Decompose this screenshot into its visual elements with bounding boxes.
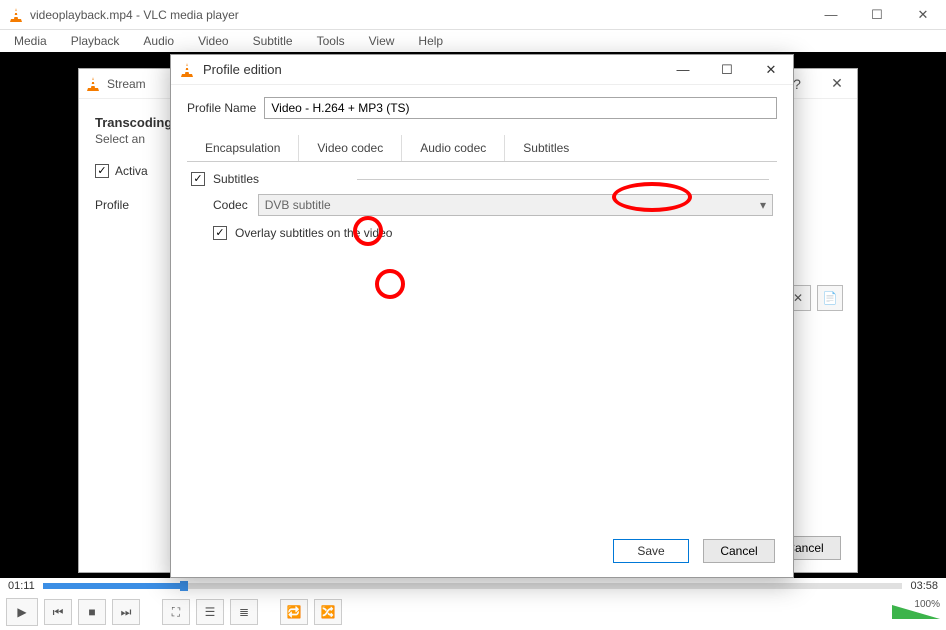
menu-view[interactable]: View <box>359 32 405 50</box>
menu-audio[interactable]: Audio <box>133 32 184 50</box>
menu-tools[interactable]: Tools <box>307 32 355 50</box>
stop-button[interactable]: ■ <box>78 599 106 625</box>
maximize-button[interactable]: ☐ <box>854 0 900 30</box>
minimize-button[interactable]: — <box>808 0 854 30</box>
codec-label: Codec <box>213 198 248 212</box>
playback-bar: 01:11 03:58 <box>0 578 946 594</box>
tab-audio-codec[interactable]: Audio codec <box>402 135 504 161</box>
stream-close-button[interactable]: ✕ <box>817 69 857 99</box>
overlay-subtitles-checkbox[interactable] <box>213 226 227 240</box>
profile-tabs: Encapsulation Video codec Audio codec Su… <box>187 135 777 162</box>
new-profile-button[interactable]: 📄 <box>817 285 843 311</box>
vlc-icon <box>85 76 101 92</box>
subtitles-enable-label: Subtitles <box>213 172 259 186</box>
volume-slider[interactable] <box>892 605 940 619</box>
profile-close-button[interactable]: ✕ <box>749 55 793 85</box>
stream-title-text: Stream <box>107 77 146 91</box>
vlc-icon <box>8 7 24 23</box>
prev-track-button[interactable]: ⏮ <box>44 599 72 625</box>
profile-titlebar: Profile edition — ☐ ✕ <box>171 55 793 85</box>
extended-settings-button[interactable]: ☰ <box>196 599 224 625</box>
subtitles-enable-checkbox[interactable] <box>191 172 205 186</box>
vlc-icon <box>179 62 195 78</box>
loop-button[interactable]: 🔁 <box>280 599 308 625</box>
menu-media[interactable]: Media <box>4 32 57 50</box>
profile-minimize-button[interactable]: — <box>661 55 705 85</box>
menu-help[interactable]: Help <box>408 32 453 50</box>
main-titlebar: videoplayback.mp4 - VLC media player — ☐… <box>0 0 946 30</box>
tab-subtitles[interactable]: Subtitles <box>505 135 587 161</box>
player-controls: ▶ ⏮ ■ ⏭ ⛶ ☰ ≣ 🔁 🔀 100% <box>0 594 946 630</box>
profile-edition-dialog: Profile edition — ☐ ✕ Profile Name Encap… <box>170 54 794 578</box>
profile-dialog-title: Profile edition <box>203 62 282 77</box>
subtitle-codec-dropdown[interactable]: DVB subtitle <box>258 194 773 216</box>
profile-name-input[interactable] <box>264 97 777 119</box>
profile-name-label: Profile Name <box>187 101 256 115</box>
play-button[interactable]: ▶ <box>6 598 38 626</box>
activate-label: Activa <box>115 164 148 178</box>
profile-maximize-button[interactable]: ☐ <box>705 55 749 85</box>
window-controls: — ☐ ✕ <box>808 0 946 30</box>
shuffle-button[interactable]: 🔀 <box>314 599 342 625</box>
menu-video[interactable]: Video <box>188 32 238 50</box>
menu-subtitle[interactable]: Subtitle <box>243 32 303 50</box>
save-button[interactable]: Save <box>613 539 689 563</box>
menubar: Media Playback Audio Video Subtitle Tool… <box>0 30 946 52</box>
window-title: videoplayback.mp4 - VLC media player <box>30 8 239 22</box>
fullscreen-button[interactable]: ⛶ <box>162 599 190 625</box>
next-track-button[interactable]: ⏭ <box>112 599 140 625</box>
time-total: 03:58 <box>910 580 938 592</box>
close-button[interactable]: ✕ <box>900 0 946 30</box>
playlist-button[interactable]: ≣ <box>230 599 258 625</box>
overlay-subtitles-label: Overlay subtitles on the video <box>235 226 392 240</box>
time-current: 01:11 <box>8 580 35 592</box>
activate-transcoding-checkbox[interactable] <box>95 164 109 178</box>
subtitle-codec-value: DVB subtitle <box>265 198 331 212</box>
cancel-button[interactable]: Cancel <box>703 539 775 563</box>
tab-video-codec[interactable]: Video codec <box>299 135 401 161</box>
tab-encapsulation[interactable]: Encapsulation <box>187 135 298 161</box>
seek-bar[interactable] <box>43 583 903 589</box>
menu-playback[interactable]: Playback <box>61 32 130 50</box>
